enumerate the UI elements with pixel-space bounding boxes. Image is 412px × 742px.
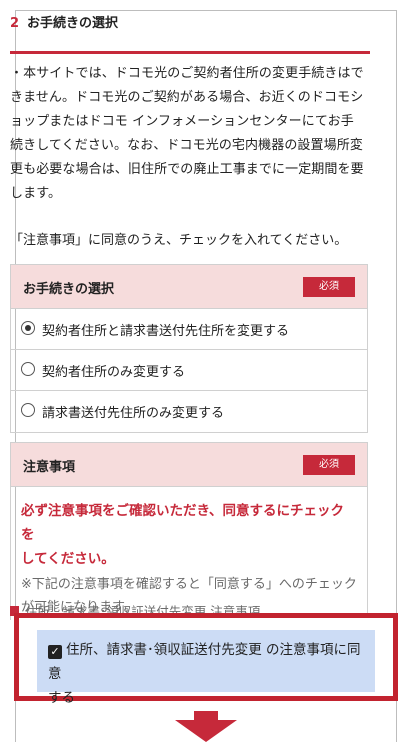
radio-icon[interactable] [21,362,35,376]
intro-line: ョップまたはドコモ インフォメーションセンターにてお手 [10,114,354,129]
agree-highlight: ✓ 住所、請求書･領収証送付先変更 の注意事項に同意 する [14,613,398,706]
required-badge: 必須 [303,277,355,297]
arrow-down-icon [175,711,237,742]
radio-selected-icon[interactable] [21,321,35,335]
intro-line: 続きしてください。なお、ドコモ光の宅内機器の設置場所変 [10,138,363,153]
notice-header: 注意事項 必須 [11,443,367,487]
notice-body: 必ず注意事項をご確認いただき、同意するにチェックを してください。 ※下記の注意… [11,487,367,619]
agree-line: ✓ 住所、請求書･領収証送付先変更 の注意事項に同意 [48,638,365,686]
intro-line: きません。ドコモ光のご契約がある場合、お近くのドコモシ [10,90,364,105]
warning-line: 必ず注意事項をご確認いただき、同意するにチェックを [21,503,345,543]
section-number: 2 [10,16,20,31]
checkbox-checked-icon[interactable]: ✓ [48,645,62,659]
notice-label: 注意事項 [23,460,76,475]
radio-icon[interactable] [21,403,35,417]
agree-checkbox-row[interactable]: ✓ 住所、請求書･領収証送付先変更 の注意事項に同意 する [37,630,375,706]
section-header: 2 お手続きの選択 [10,16,370,54]
intro-line: ・本サイトでは、ドコモ光のご契約者住所の変更手続きはで [10,66,364,81]
required-badge: 必須 [303,455,355,475]
hint-line: ※下記の注意事項を確認すると「同意する」へのチェック [21,577,357,592]
section-title: お手続きの選択 [27,16,119,31]
notice-box: 注意事項 必須 必ず注意事項をご確認いただき、同意するにチェックを してください… [10,442,368,620]
procedure-option-billing-only[interactable]: 請求書送付先住所のみ変更する [11,391,367,432]
agree-line: する [48,690,75,706]
warning-line: してください。 [21,551,115,567]
procedure-option-both[interactable]: 契約者住所と請求書送付先住所を変更する [11,309,367,350]
intro-line: します。 [10,186,62,201]
option-label: 請求書送付先住所のみ変更する [42,406,225,421]
procedure-box: お手続きの選択 必須 契約者住所と請求書送付先住所を変更する 契約者住所のみ変更… [10,264,368,433]
procedure-option-contract-only[interactable]: 契約者住所のみ変更する [11,350,367,391]
procedure-header: お手続きの選択 必須 [11,265,367,309]
intro-text: ・本サイトでは、ドコモ光のご契約者住所の変更手続きはで きません。ドコモ光のご契… [10,62,370,206]
notice-warning: 必ず注意事項をご確認いただき、同意するにチェックを してください。 [21,499,357,571]
procedure-label: お手続きの選択 [23,282,115,297]
option-label: 契約者住所と請求書送付先住所を変更する [42,324,290,339]
consent-instruction: 「注意事項」に同意のうえ、チェックを入れてください。 [10,233,348,248]
option-label: 契約者住所のみ変更する [42,365,186,380]
agree-label: 住所、請求書･領収証送付先変更 の注意事項に同意 [48,642,361,682]
intro-line: 更も必要な場合は、旧住所での廃止工事までに一定期間を要 [10,162,364,177]
